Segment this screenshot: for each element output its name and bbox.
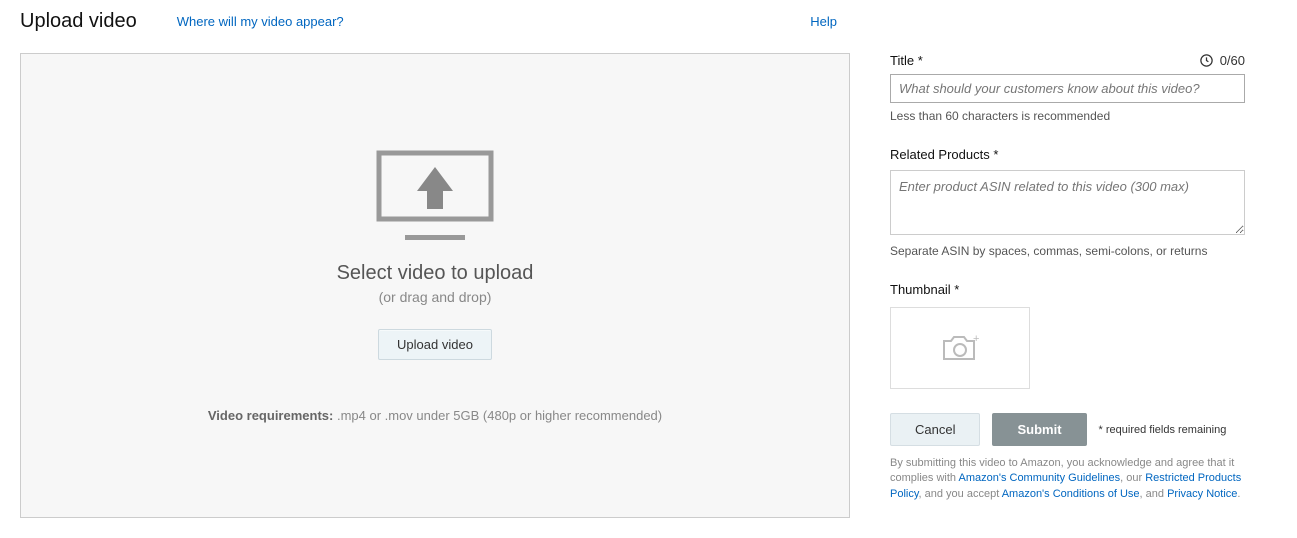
upload-main-text: Select video to upload <box>337 262 534 285</box>
thumbnail-section: Thumbnail * + <box>890 282 1245 389</box>
page-header: Upload video Where will my video appear?… <box>20 10 1277 33</box>
related-section: Related Products * Separate ASIN by spac… <box>890 147 1245 258</box>
form-actions: Cancel Submit * required fields remainin… <box>890 413 1245 446</box>
related-hint: Separate ASIN by spaces, commas, semi-co… <box>890 244 1245 258</box>
submit-button[interactable]: Submit <box>992 413 1086 446</box>
upload-video-button[interactable]: Upload video <box>378 329 492 360</box>
related-products-input[interactable] <box>890 170 1245 235</box>
clock-icon <box>1199 53 1214 68</box>
title-hint: Less than 60 characters is recommended <box>890 109 1245 123</box>
page-title: Upload video <box>20 10 137 33</box>
content: Select video to upload (or drag and drop… <box>20 53 1277 518</box>
thumbnail-upload-box[interactable]: + <box>890 307 1030 389</box>
related-label: Related Products * <box>890 147 1245 162</box>
community-guidelines-link[interactable]: Amazon's Community Guidelines <box>958 472 1120 484</box>
conditions-of-use-link[interactable]: Amazon's Conditions of Use <box>1002 488 1140 500</box>
camera-icon: + <box>941 333 979 363</box>
upload-sub-text: (or drag and drop) <box>379 289 492 305</box>
title-label: Title * <box>890 53 923 68</box>
title-section: Title * 0/60 Less than 60 characters is … <box>890 53 1245 123</box>
svg-text:+: + <box>973 333 979 345</box>
form-sidebar: Title * 0/60 Less than 60 characters is … <box>890 53 1245 518</box>
title-input[interactable] <box>890 74 1245 103</box>
thumbnail-label: Thumbnail * <box>890 282 1245 297</box>
required-fields-note: * required fields remaining <box>1099 424 1227 436</box>
where-appear-link[interactable]: Where will my video appear? <box>177 14 344 29</box>
upload-dropzone[interactable]: Select video to upload (or drag and drop… <box>20 53 850 518</box>
video-requirements: Video requirements: .mp4 or .mov under 5… <box>208 408 662 423</box>
cancel-button[interactable]: Cancel <box>890 413 980 446</box>
help-link[interactable]: Help <box>810 14 837 29</box>
video-requirements-text: .mp4 or .mov under 5GB (480p or higher r… <box>333 408 662 423</box>
video-requirements-label: Video requirements: <box>208 408 333 423</box>
upload-monitor-icon <box>375 149 495 244</box>
title-counter: 0/60 <box>1220 53 1245 68</box>
title-counter-wrap: 0/60 <box>1199 53 1245 68</box>
disclaimer-text: By submitting this video to Amazon, you … <box>890 456 1245 502</box>
privacy-notice-link[interactable]: Privacy Notice <box>1167 488 1237 500</box>
